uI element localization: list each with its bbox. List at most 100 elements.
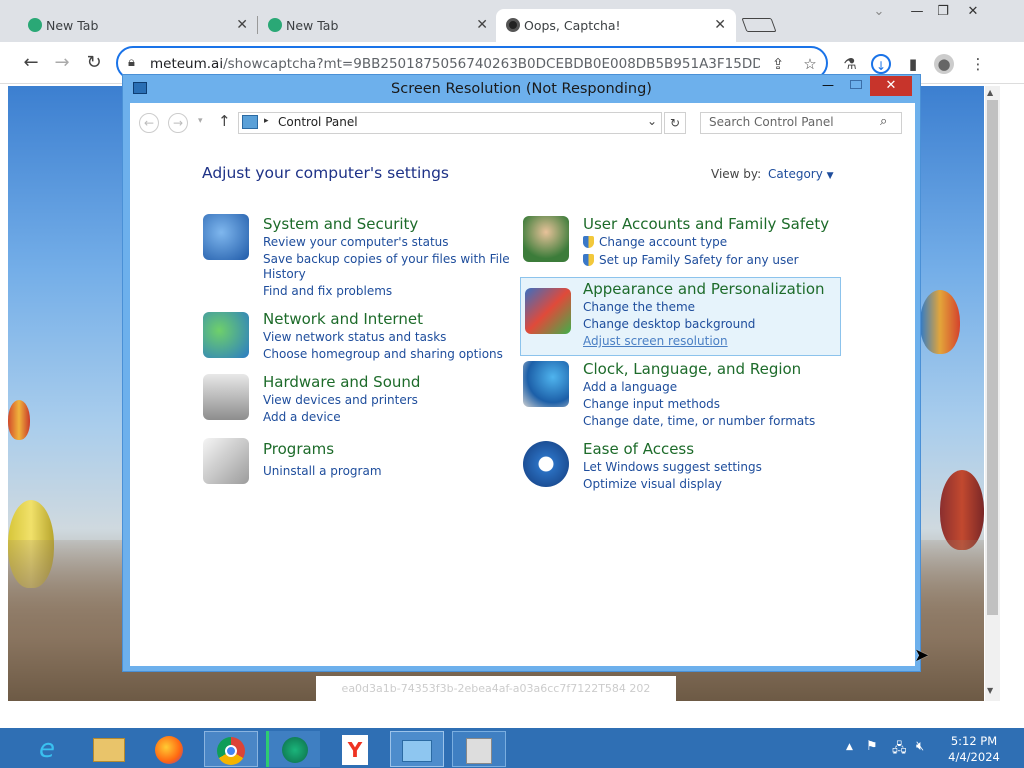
network-icon[interactable]: 🖧︎	[892, 739, 907, 761]
tab-new-tab-2[interactable]: New Tab ✕	[258, 9, 498, 42]
captcha-footer-id: ea0d3a1b-74353f3b-2ebea4af-a03a6cc7f7122…	[316, 676, 676, 701]
control-panel-task-icon[interactable]	[390, 731, 444, 767]
up-arrow-icon[interactable]: ↑	[218, 112, 231, 130]
close-button[interactable]: ✕	[958, 4, 988, 22]
category-hardware-sound[interactable]: Hardware and Sound	[263, 373, 420, 391]
maximize-button[interactable]: ❐	[928, 4, 958, 22]
scroll-up-icon[interactable]: ▲	[987, 88, 993, 97]
tab-favicon	[268, 18, 282, 32]
link-date-formats[interactable]: Change date, time, or number formats	[583, 413, 815, 430]
cd-drive-task-icon[interactable]	[452, 731, 506, 767]
chrome-icon[interactable]	[204, 731, 258, 767]
link-optimize-display[interactable]: Optimize visual display	[583, 476, 722, 493]
network-globe-icon[interactable]	[203, 312, 249, 358]
window-maximize-button[interactable]	[850, 80, 862, 89]
link-homegroup[interactable]: Choose homegroup and sharing options	[263, 346, 503, 363]
tab-close-icon[interactable]: ✕	[236, 17, 248, 33]
recent-pages-chevron-icon[interactable]: ▾	[198, 116, 203, 126]
volume-muted-icon[interactable]: 🔇︎	[916, 739, 924, 754]
menu-kebab-icon[interactable]: ⋮	[968, 54, 988, 74]
ease-of-access-icon[interactable]	[523, 441, 569, 487]
appearance-monitor-icon[interactable]	[525, 288, 571, 334]
control-panel-small-icon	[242, 115, 258, 129]
tab-close-icon[interactable]: ✕	[476, 17, 488, 33]
window-minimize-button[interactable]: —	[822, 78, 834, 92]
tab-captcha[interactable]: Oops, Captcha! ✕	[496, 9, 736, 42]
uac-shield-icon	[583, 254, 594, 266]
file-explorer-icon[interactable]	[82, 731, 136, 767]
download-icon[interactable]: ↓	[871, 54, 891, 74]
system-security-shield-icon[interactable]	[203, 214, 249, 260]
meteum-app-icon[interactable]	[266, 731, 320, 767]
link-suggest-settings[interactable]: Let Windows suggest settings	[583, 459, 762, 476]
taskbar-clock[interactable]: 5:12 PM 4/4/2024	[944, 733, 1004, 765]
link-add-device[interactable]: Add a device	[263, 409, 341, 426]
balloon-image	[940, 470, 984, 550]
link-save-backup-cont[interactable]: History	[263, 266, 306, 283]
reload-icon[interactable]: ↻	[83, 52, 105, 74]
tab-favicon	[28, 18, 42, 32]
search-placeholder: Search Control Panel	[709, 115, 834, 129]
extension-icon[interactable]: ⚗	[840, 54, 860, 74]
url-text[interactable]: meteum.ai/showcaptcha?mt=9BB250187505674…	[150, 56, 760, 72]
tab-title: New Tab	[46, 18, 99, 33]
show-hidden-icons-chevron[interactable]: ▲	[846, 742, 853, 752]
link-desktop-background[interactable]: Change desktop background	[583, 316, 755, 333]
link-add-language[interactable]: Add a language	[583, 379, 677, 396]
tab-title: Oops, Captcha!	[524, 18, 621, 33]
category-user-accounts[interactable]: User Accounts and Family Safety	[583, 215, 829, 233]
forward-icon[interactable]: →	[168, 113, 188, 133]
tab-close-icon[interactable]: ✕	[714, 17, 726, 33]
link-review-status[interactable]: Review your computer's status	[263, 234, 449, 251]
tab-new-tab-1[interactable]: New Tab ✕	[18, 9, 258, 42]
view-by-dropdown[interactable]: Category ▼	[768, 167, 834, 181]
programs-disc-icon[interactable]	[203, 438, 249, 484]
link-input-methods[interactable]: Change input methods	[583, 396, 720, 413]
back-icon[interactable]: ←	[139, 113, 159, 133]
address-dropdown-icon[interactable]: ⌄	[647, 114, 657, 128]
clock-globe-icon[interactable]	[523, 361, 569, 407]
refresh-icon[interactable]: ↻	[664, 112, 686, 134]
link-network-status[interactable]: View network status and tasks	[263, 329, 446, 346]
breadcrumb-chevron-icon[interactable]: ▸	[264, 116, 269, 126]
share-icon[interactable]: ⇪	[768, 54, 788, 74]
link-adjust-resolution[interactable]: Adjust screen resolution	[583, 333, 728, 350]
category-appearance[interactable]: Appearance and Personalization	[583, 280, 825, 298]
category-network-internet[interactable]: Network and Internet	[263, 310, 423, 328]
user-accounts-icon[interactable]	[523, 216, 569, 262]
profile-avatar-icon[interactable]: ●	[934, 54, 954, 74]
bookmark-star-icon[interactable]: ☆	[800, 54, 820, 74]
forward-arrow-icon[interactable]: →	[51, 52, 73, 74]
hardware-printer-icon[interactable]	[203, 374, 249, 420]
back-arrow-icon[interactable]: ←	[20, 52, 42, 74]
window-title: Screen Resolution (Not Responding)	[391, 81, 652, 97]
internet-explorer-icon[interactable]: e	[20, 731, 74, 767]
new-tab-icon[interactable]	[741, 18, 777, 32]
mouse-cursor-icon: ➤	[914, 645, 930, 666]
yandex-browser-icon[interactable]: Y	[328, 731, 382, 767]
tab-favicon	[506, 18, 520, 32]
side-panel-icon[interactable]: ▮	[903, 54, 923, 74]
balloon-image	[920, 290, 960, 354]
category-ease-of-access[interactable]: Ease of Access	[583, 440, 694, 458]
tab-title: New Tab	[286, 18, 339, 33]
link-family-safety[interactable]: Set up Family Safety for any user	[583, 252, 799, 269]
category-clock-language[interactable]: Clock, Language, and Region	[583, 360, 801, 378]
breadcrumb-control-panel[interactable]: Control Panel	[278, 115, 358, 129]
search-icon[interactable]: ⌕	[880, 114, 887, 129]
link-devices-printers[interactable]: View devices and printers	[263, 392, 418, 409]
tab-search-chevron-icon[interactable]: ⌄	[864, 4, 894, 22]
scroll-down-icon[interactable]: ▼	[987, 686, 993, 695]
window-close-button[interactable]: ✕	[870, 76, 912, 96]
lock-icon[interactable]: 🔒︎	[128, 55, 135, 70]
link-find-fix[interactable]: Find and fix problems	[263, 283, 392, 300]
scrollbar-thumb[interactable]	[987, 100, 998, 615]
category-system-security[interactable]: System and Security	[263, 215, 418, 233]
link-change-theme[interactable]: Change the theme	[583, 299, 695, 316]
link-uninstall-program[interactable]: Uninstall a program	[263, 463, 382, 480]
category-programs[interactable]: Programs	[263, 440, 334, 458]
firefox-icon[interactable]	[142, 731, 196, 767]
page-heading: Adjust your computer's settings	[202, 164, 449, 182]
link-change-account-type[interactable]: Change account type	[583, 234, 727, 251]
action-center-flag-icon[interactable]: ⚑	[866, 739, 878, 754]
